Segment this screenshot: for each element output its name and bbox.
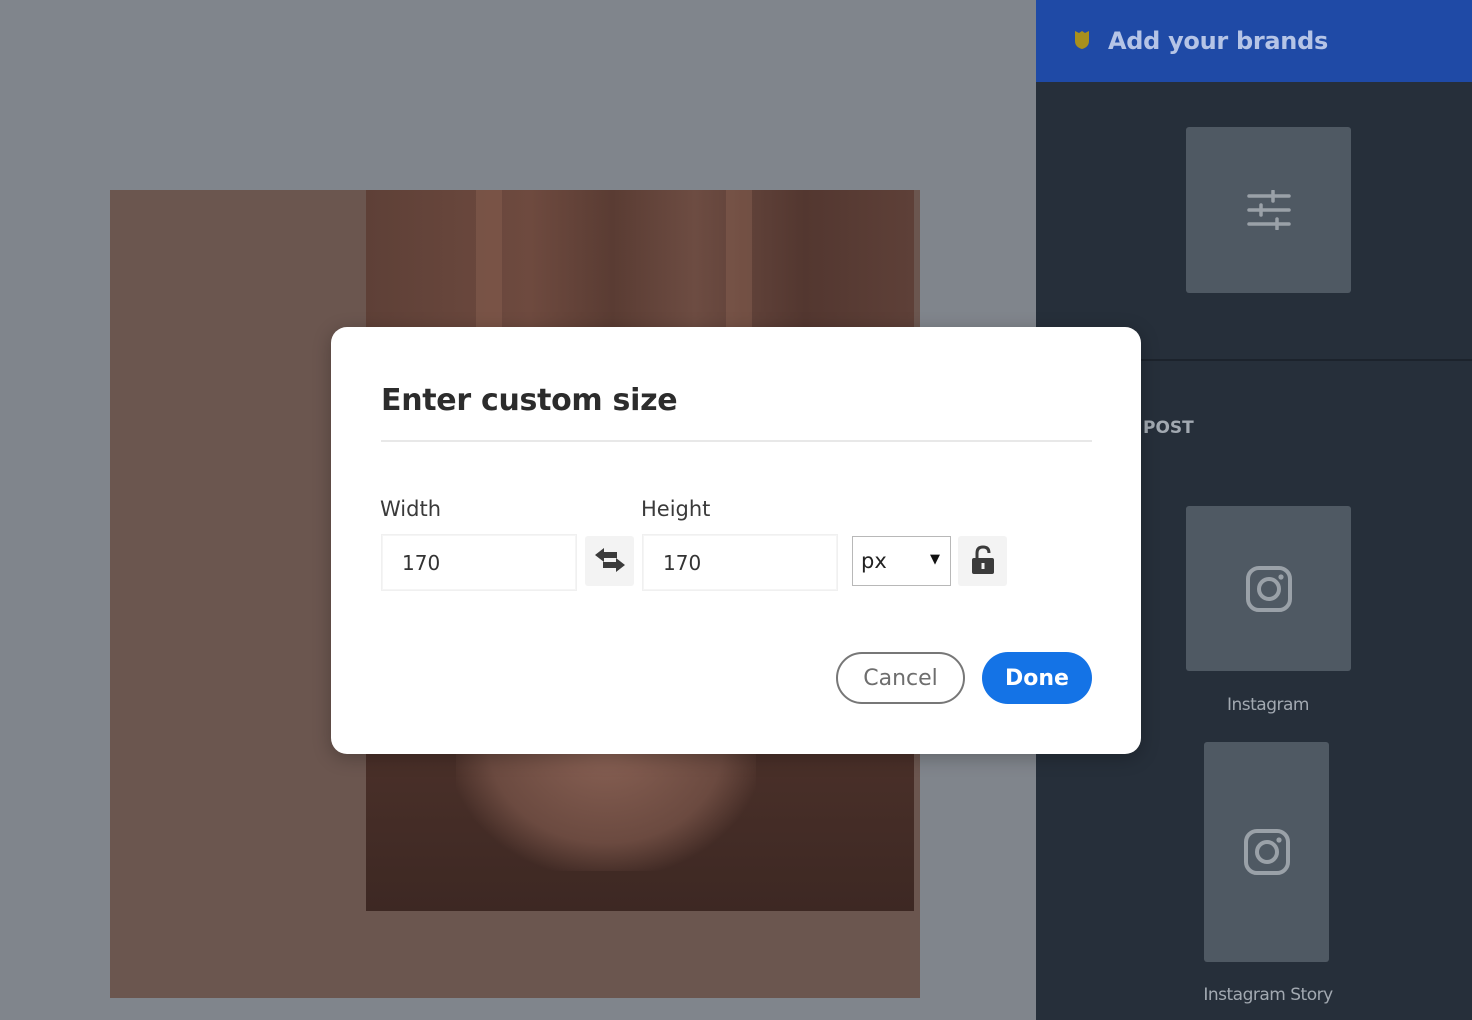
caret-down-icon: ▼: [930, 552, 940, 567]
height-label: Height: [641, 497, 711, 521]
unlock-icon: [971, 544, 995, 578]
aspect-lock-button[interactable]: [958, 536, 1007, 586]
unit-value: px: [861, 549, 887, 573]
width-label: Width: [380, 497, 442, 521]
done-button[interactable]: Done: [982, 652, 1092, 704]
swap-arrows-icon: [593, 546, 627, 577]
unit-select[interactable]: px ▼: [852, 536, 951, 586]
height-input[interactable]: [642, 534, 838, 591]
custom-size-dialog: Enter custom size Width Height px ▼ Canc…: [331, 327, 1141, 754]
dialog-title: Enter custom size: [381, 383, 678, 418]
dialog-divider: [381, 440, 1092, 442]
swap-dimensions-button[interactable]: [585, 536, 634, 586]
cancel-button[interactable]: Cancel: [836, 652, 965, 704]
width-input[interactable]: [381, 534, 577, 591]
